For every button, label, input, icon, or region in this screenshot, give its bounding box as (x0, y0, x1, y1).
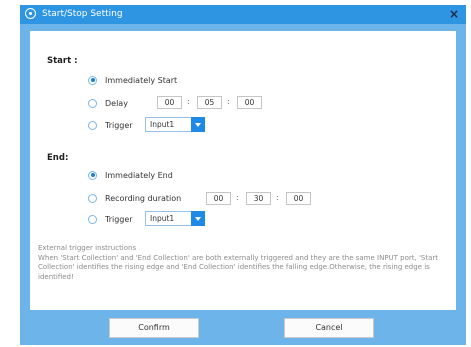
start-stop-dialog: Start/Stop Setting × Start : Immediately… (20, 5, 466, 345)
end-duration-option[interactable]: Recording duration (88, 190, 181, 206)
end-trigger-value: Input1 (150, 214, 175, 223)
start-delay-option[interactable]: Delay (88, 95, 128, 111)
instructions-title: External trigger instructions (38, 244, 137, 252)
settings-icon (25, 8, 36, 19)
start-trigger-value: Input1 (150, 120, 175, 129)
settings-panel: Start : Immediately Start Delay 00 : 05 … (30, 31, 456, 310)
end-trigger-option[interactable]: Trigger (88, 211, 133, 227)
delay-minutes-field[interactable]: 05 (197, 96, 222, 109)
end-immediate-label: Immediately End (105, 170, 173, 180)
duration-hours-field[interactable]: 00 (206, 192, 231, 205)
duration-separator-2: : (276, 193, 279, 202)
duration-separator-1: : (236, 193, 239, 202)
confirm-button[interactable]: Confirm (109, 318, 199, 338)
end-heading: End: (47, 153, 69, 163)
delay-hours-field[interactable]: 00 (157, 96, 182, 109)
end-trigger-select[interactable]: Input1 (145, 211, 205, 226)
delay-separator-1: : (187, 97, 190, 106)
start-heading: Start : (47, 56, 78, 66)
end-immediate-option[interactable]: Immediately End (88, 167, 173, 183)
end-duration-label: Recording duration (105, 193, 182, 203)
end-trigger-radio[interactable] (88, 214, 97, 224)
instructions-body: When 'Start Collection' and 'End Collect… (38, 253, 438, 281)
end-duration-radio[interactable] (88, 193, 97, 203)
start-delay-label: Delay (105, 98, 128, 108)
start-trigger-radio[interactable] (88, 120, 97, 130)
start-trigger-select[interactable]: Input1 (145, 117, 205, 132)
start-delay-radio[interactable] (88, 98, 97, 108)
start-trigger-option[interactable]: Trigger (88, 117, 133, 133)
dialog-title: Start/Stop Setting (42, 9, 123, 19)
chevron-down-icon[interactable] (191, 211, 205, 226)
start-immediate-label: Immediately Start (105, 75, 178, 85)
end-immediate-radio[interactable] (88, 170, 97, 180)
close-icon[interactable]: × (446, 6, 462, 22)
start-trigger-label: Trigger (105, 120, 133, 130)
cancel-button[interactable]: Cancel (284, 318, 374, 338)
start-immediate-option[interactable]: Immediately Start (88, 72, 177, 88)
title-bar[interactable]: Start/Stop Setting × (20, 5, 466, 24)
start-immediate-radio[interactable] (88, 75, 97, 85)
duration-seconds-field[interactable]: 00 (286, 192, 311, 205)
duration-minutes-field[interactable]: 30 (246, 192, 271, 205)
trigger-instructions: External trigger instructions When 'Star… (38, 244, 450, 282)
end-trigger-label: Trigger (105, 214, 133, 224)
delay-separator-2: : (227, 97, 230, 106)
chevron-down-icon[interactable] (191, 117, 205, 132)
delay-seconds-field[interactable]: 00 (237, 96, 262, 109)
